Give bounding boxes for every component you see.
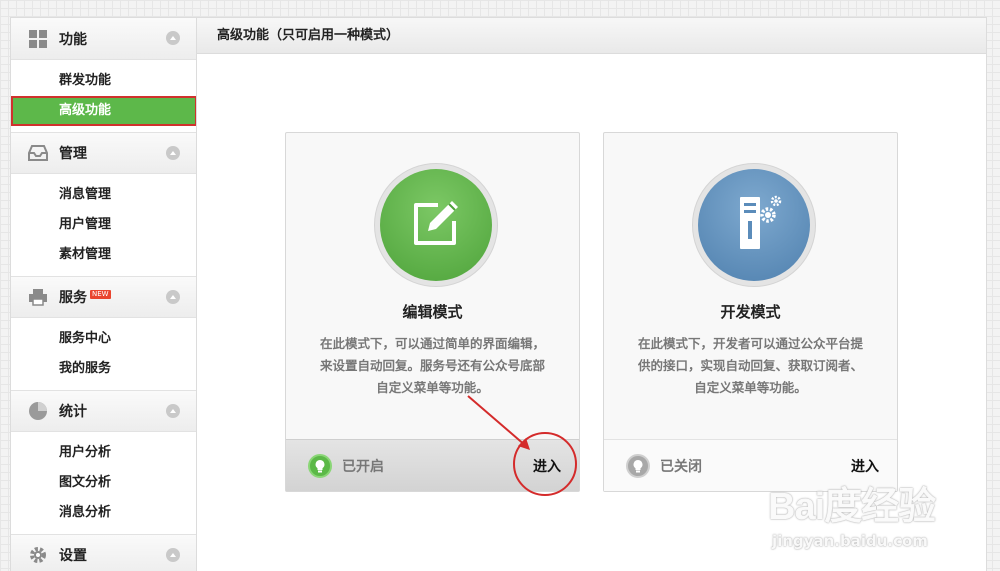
bulb-off-icon [626, 453, 650, 478]
status-label: 已开启 [342, 458, 384, 475]
enter-developer-mode-link[interactable]: 进入 [851, 456, 879, 476]
watermark-url: jingyan.baidu.com [772, 532, 928, 550]
grid-icon [27, 28, 49, 50]
sidebar-item-user-analytics[interactable]: 用户分析 [11, 438, 196, 468]
sidebar-item-materials[interactable]: 素材管理 [11, 240, 196, 270]
card-title: 编辑模式 [402, 303, 463, 321]
section-title: 设置 [59, 548, 87, 564]
collapse-icon[interactable] [166, 31, 180, 45]
section-title: 服务 [59, 290, 87, 306]
sidebar-item-my-services[interactable]: 我的服务 [11, 354, 196, 384]
sidebar-item-messages[interactable]: 消息管理 [11, 180, 196, 210]
developer-mode-badge [692, 163, 816, 287]
server-gear-icon [722, 191, 786, 259]
bulb-on-icon [308, 453, 332, 478]
collapse-icon[interactable] [166, 290, 180, 304]
edit-mode-badge [374, 163, 498, 287]
sidebar-section-manage[interactable]: 管理 [11, 132, 196, 174]
sidebar-section-settings[interactable]: 设置 [11, 534, 196, 571]
developer-mode-card: 开发模式 在此模式下，开发者可以通过公众平台提 供的接口，实现自动回复、获取订阅… [603, 132, 898, 492]
gear-icon [27, 544, 49, 566]
edit-icon [408, 195, 464, 255]
sidebar-section-functions[interactable]: 功能 [11, 18, 196, 60]
baidu-watermark: Bai度经验 jingyan.baidu.com [768, 475, 993, 565]
collapse-icon[interactable] [166, 404, 180, 418]
watermark-logo: Bai度经验 [768, 486, 936, 528]
status-label: 已关闭 [660, 458, 702, 475]
printer-icon [27, 286, 49, 308]
section-title: 管理 [59, 146, 87, 162]
sidebar-item-mass-send[interactable]: 群发功能 [11, 66, 196, 96]
sidebar-item-service-center[interactable]: 服务中心 [11, 324, 196, 354]
sidebar-section-stats[interactable]: 统计 [11, 390, 196, 432]
new-badge: NEW [90, 290, 111, 299]
card-description: 在此模式下，可以通过简单的界面编辑， 来设置自动回复。服务号还有公众号底部 自定… [319, 336, 545, 395]
card-title: 开发模式 [720, 303, 781, 321]
sidebar-item-article-analytics[interactable]: 图文分析 [11, 468, 196, 498]
section-title: 统计 [59, 404, 87, 420]
sidebar: 功能 群发功能 高级功能 管理 消息管理 用户管理 素材管理 服务 NEW 服务… [10, 17, 197, 571]
collapse-icon[interactable] [166, 548, 180, 562]
inbox-icon [27, 142, 49, 164]
pie-chart-icon [27, 400, 49, 422]
sidebar-item-users[interactable]: 用户管理 [11, 210, 196, 240]
sidebar-section-services[interactable]: 服务 NEW [11, 276, 196, 318]
annotation-circle [513, 432, 577, 496]
sidebar-item-advanced[interactable]: 高级功能 [11, 96, 197, 126]
collapse-icon[interactable] [166, 146, 180, 160]
sidebar-item-message-analytics[interactable]: 消息分析 [11, 498, 196, 528]
page-title: 高级功能（只可启用一种模式） [197, 18, 986, 54]
section-title: 功能 [59, 31, 87, 48]
card-description: 在此模式下，开发者可以通过公众平台提 供的接口，实现自动回复、获取订阅者、 自定… [637, 336, 863, 395]
